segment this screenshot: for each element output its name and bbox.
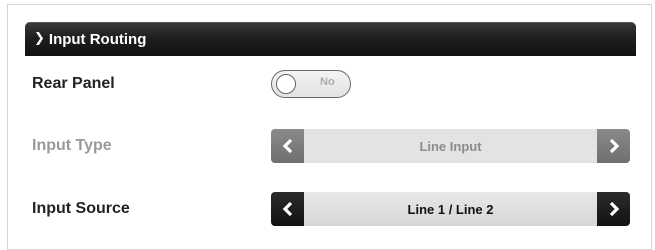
input-routing-header[interactable]: ❯ Input Routing: [25, 22, 636, 56]
input-source-prev-button[interactable]: [271, 192, 304, 226]
input-type-next-button: [597, 129, 630, 163]
input-type-prev-button: [271, 129, 304, 163]
toggle-knob: [276, 74, 296, 94]
input-source-label: Input Source: [32, 200, 130, 217]
chevron-down-icon: ❯: [34, 30, 45, 45]
panel-title: Input Routing: [48, 30, 147, 48]
chevron-left-icon: [282, 201, 292, 217]
input-source-selector: Line 1 / Line 2: [271, 192, 630, 226]
toggle-state-text: No: [320, 76, 335, 88]
input-type-selector: Line Input: [271, 129, 630, 163]
chevron-right-icon: [609, 201, 619, 217]
input-source-next-button[interactable]: [597, 192, 630, 226]
input-source-value: Line 1 / Line 2: [407, 201, 494, 217]
rear-panel-label: Rear Panel: [32, 75, 115, 92]
rear-panel-toggle[interactable]: No: [271, 70, 351, 98]
input-type-value: Line Input: [419, 138, 482, 154]
chevron-left-icon: [282, 138, 292, 154]
chevron-right-icon: [609, 138, 619, 154]
input-type-label: Input Type: [32, 137, 112, 154]
